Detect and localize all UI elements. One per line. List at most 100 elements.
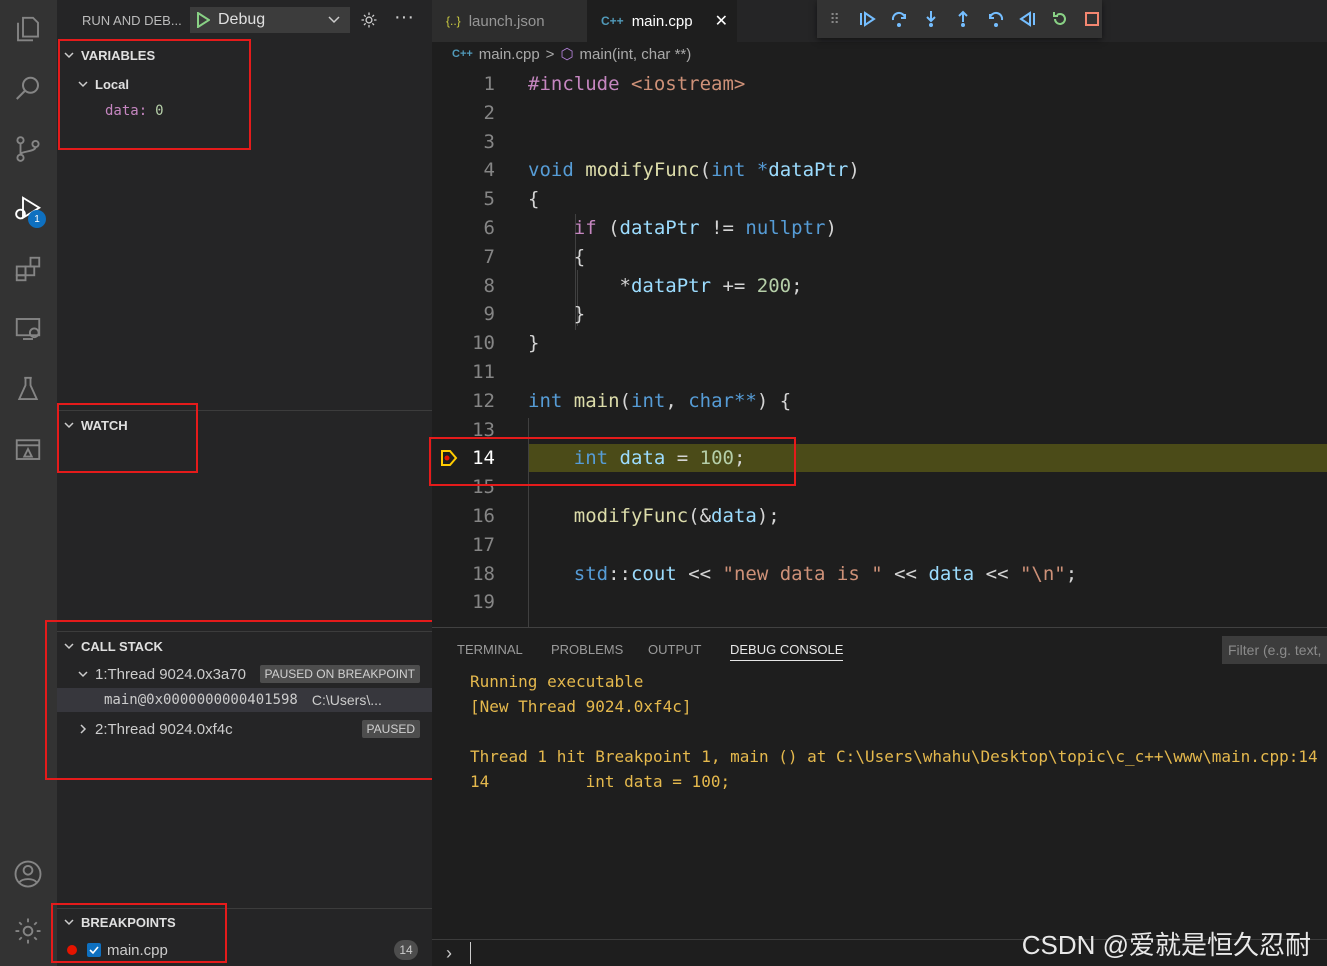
panel-icon[interactable] — [9, 430, 47, 468]
code-line[interactable]: 19 — [432, 588, 1327, 617]
code-line[interactable]: 18 std::cout << "new data is " << data <… — [432, 560, 1327, 589]
close-icon[interactable]: ✕ — [715, 11, 728, 31]
line-number[interactable]: 8 — [460, 272, 495, 301]
code-text: if (dataPtr != nullptr) — [573, 217, 837, 239]
start-debug-icon[interactable] — [196, 12, 210, 28]
tab-terminal[interactable]: TERMINAL — [457, 642, 523, 657]
explorer-icon[interactable] — [9, 10, 47, 48]
search-icon[interactable] — [9, 70, 47, 108]
code-line[interactable]: 3 — [432, 128, 1327, 157]
line-number[interactable]: 4 — [460, 156, 495, 185]
code-line[interactable]: 7 { — [432, 243, 1327, 272]
extensions-icon[interactable] — [9, 250, 47, 288]
code-line[interactable]: 5{ — [432, 185, 1327, 214]
line-number[interactable]: 10 — [460, 329, 495, 358]
code-text: int main(int, char**) { — [528, 389, 792, 412]
chevron-right-icon: > — [545, 45, 555, 63]
breadcrumb: C++ main.cpp > ⬡ main(int, char **) — [452, 45, 692, 64]
code-text: modifyFunc(&data); — [573, 505, 780, 527]
step-back-icon[interactable] — [986, 9, 1005, 29]
tab-main-cpp[interactable]: C++ main.cpp ✕ — [587, 0, 737, 42]
line-number[interactable]: 1 — [460, 70, 495, 99]
line-number[interactable]: 19 — [460, 588, 495, 617]
tab-debug-console[interactable]: DEBUG CONSOLE — [730, 642, 844, 661]
more-actions-icon[interactable]: ··· — [394, 6, 414, 29]
activity-bar: 1 — [0, 0, 57, 966]
console-line: 14 int data = 100; — [470, 772, 731, 791]
tab-problems[interactable]: PROBLEMS — [551, 642, 623, 657]
code-line[interactable]: 10} — [432, 329, 1327, 358]
breakpoint-line-badge: 14 — [394, 940, 418, 960]
code-text: } — [528, 332, 540, 355]
run-debug-sidebar: RUN AND DEB... Debug ··· VARIABLES Local… — [45, 0, 440, 966]
drag-handle-icon[interactable]: ⠿ — [825, 9, 844, 29]
stop-icon[interactable] — [1083, 9, 1102, 29]
function-symbol-icon: ⬡ — [560, 46, 574, 63]
sidebar-title: RUN AND DEB... — [82, 13, 182, 28]
highlight-box-breakpoints — [51, 903, 227, 963]
json-file-icon: {..} — [446, 14, 461, 28]
highlight-box-call-stack — [45, 620, 440, 780]
step-over-icon[interactable] — [889, 9, 908, 29]
debug-config-select[interactable]: Debug — [190, 7, 350, 33]
tab-output[interactable]: OUTPUT — [648, 642, 701, 657]
line-number[interactable]: 17 — [460, 531, 495, 560]
bottom-panel: TERMINAL PROBLEMS OUTPUT DEBUG CONSOLE F… — [432, 627, 1327, 966]
code-line[interactable]: 2 — [432, 99, 1327, 128]
source-control-icon[interactable] — [9, 130, 47, 168]
editor-area: {..} launch.json C++ main.cpp ✕ ⠿ C++ ma… — [429, 0, 1327, 627]
account-icon[interactable] — [9, 855, 47, 893]
reverse-continue-icon[interactable] — [1018, 9, 1037, 29]
debug-badge: 1 — [28, 210, 46, 228]
testing-icon[interactable] — [9, 370, 47, 408]
console-line: Thread 1 hit Breakpoint 1, main () at C:… — [470, 747, 1318, 766]
debug-config-label: Debug — [218, 11, 266, 28]
code-line[interactable]: 9 } — [432, 300, 1327, 329]
console-line: [New Thread 9024.0xf4c] — [470, 697, 692, 716]
code-line[interactable]: 1 #include <iostream> — [432, 70, 1327, 99]
settings-gear-icon[interactable] — [9, 912, 47, 950]
remote-explorer-icon[interactable] — [9, 310, 47, 348]
line-number[interactable]: 2 — [460, 99, 495, 128]
highlight-box-current-line — [429, 437, 796, 486]
line-number[interactable]: 11 — [460, 358, 495, 387]
code-text: #include <iostream> — [528, 73, 746, 95]
line-number[interactable]: 3 — [460, 128, 495, 157]
tab-bar: {..} launch.json C++ main.cpp ✕ ⠿ — [432, 0, 1327, 42]
tab-label: main.cpp — [631, 12, 693, 30]
code-line[interactable]: 4 void modifyFunc(int *dataPtr) — [432, 156, 1327, 185]
tab-launch-json[interactable]: {..} launch.json — [432, 0, 587, 42]
code-line[interactable]: 11 — [432, 358, 1327, 387]
code-text: } — [528, 303, 586, 326]
highlight-box-variables — [58, 39, 251, 150]
watermark: CSDN @爱就是恒久忍耐 — [1021, 930, 1311, 960]
code-line[interactable]: 8 *dataPtr += 200; — [432, 272, 1327, 301]
code-line[interactable]: 17 — [432, 531, 1327, 560]
console-filter-input[interactable]: Filter (e.g. text, — [1222, 636, 1327, 664]
code-line[interactable]: 16 modifyFunc(&data); — [432, 502, 1327, 531]
line-number[interactable]: 5 — [460, 185, 495, 214]
restart-icon[interactable] — [1051, 9, 1070, 29]
code-line[interactable]: 6 if (dataPtr != nullptr) — [432, 214, 1327, 243]
chevron-down-icon — [328, 16, 340, 24]
tab-label: launch.json — [468, 12, 545, 30]
breadcrumb-file[interactable]: main.cpp — [479, 46, 540, 63]
chevron-right-icon: › — [446, 943, 452, 963]
line-number[interactable]: 12 — [460, 387, 495, 416]
step-out-icon[interactable] — [954, 9, 973, 29]
code-text: void modifyFunc(int *dataPtr) — [528, 159, 860, 182]
line-number[interactable]: 9 — [460, 300, 495, 329]
highlight-box-watch — [57, 403, 198, 473]
code-text: { — [528, 245, 586, 268]
gear-icon[interactable] — [359, 10, 379, 30]
cpp-file-icon: C++ — [452, 48, 473, 60]
step-into-icon[interactable] — [922, 9, 941, 29]
line-number[interactable]: 16 — [460, 502, 495, 531]
line-number[interactable]: 7 — [460, 243, 495, 272]
text-cursor — [470, 942, 471, 964]
line-number[interactable]: 6 — [460, 214, 495, 243]
line-number[interactable]: 18 — [460, 560, 495, 589]
continue-icon[interactable] — [857, 9, 876, 29]
code-line[interactable]: 12 int main(int, char**) { — [432, 387, 1327, 416]
breadcrumb-symbol[interactable]: main(int, char **) — [580, 46, 692, 63]
